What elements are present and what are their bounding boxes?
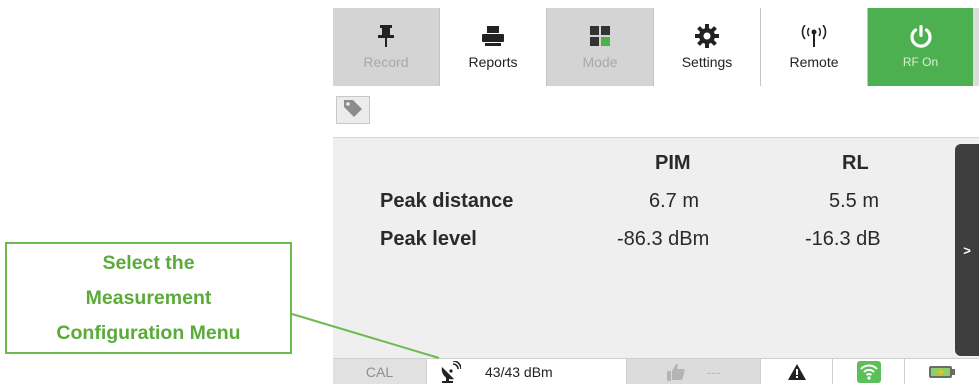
callout-line-3: Configuration Menu <box>56 321 241 344</box>
annotation-callout: Select the Measurement Configuration Men… <box>5 242 292 354</box>
callout-line-1: Select the <box>102 251 195 274</box>
callout-line-2: Measurement <box>85 286 212 309</box>
callout-text: Select the Measurement Configuration Men… <box>7 246 290 351</box>
